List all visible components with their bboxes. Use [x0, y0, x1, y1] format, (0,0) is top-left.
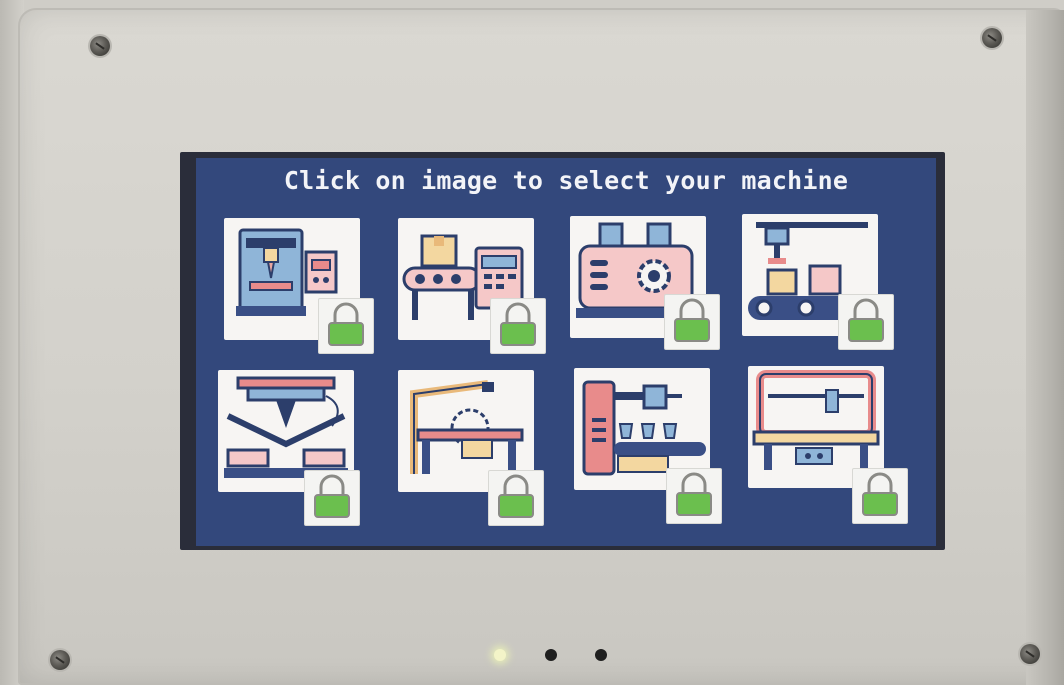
machine-tile-7[interactable] [574, 368, 722, 524]
padlock-icon [664, 294, 720, 350]
padlock-icon [666, 468, 722, 524]
screen-title: Click on image to select your machine [283, 166, 849, 195]
machine-tile-8[interactable] [748, 366, 908, 524]
padlock-icon [490, 298, 546, 354]
padlock-icon [488, 470, 544, 526]
machine-tile-2[interactable] [398, 218, 546, 354]
screw-icon [982, 28, 1002, 48]
screw-icon [90, 36, 110, 56]
screw-icon [1020, 644, 1040, 664]
padlock-icon [852, 468, 908, 524]
machine-tile-3[interactable] [570, 216, 720, 350]
padlock-icon [318, 298, 374, 354]
machine-tile-4[interactable] [742, 214, 894, 350]
machine-tile-5[interactable] [218, 370, 360, 526]
page-indicator-2[interactable] [545, 649, 557, 661]
padlock-icon [304, 470, 360, 526]
machine-tile-1[interactable] [224, 218, 374, 354]
page-indicator-3[interactable] [595, 649, 607, 661]
page-indicator-1[interactable] [494, 649, 506, 661]
device-edge-right [1026, 10, 1064, 685]
machine-tile-6[interactable] [398, 370, 544, 526]
screw-icon [50, 650, 70, 670]
touch-screen: Click on image to select your machine [196, 158, 936, 546]
padlock-icon [838, 294, 894, 350]
